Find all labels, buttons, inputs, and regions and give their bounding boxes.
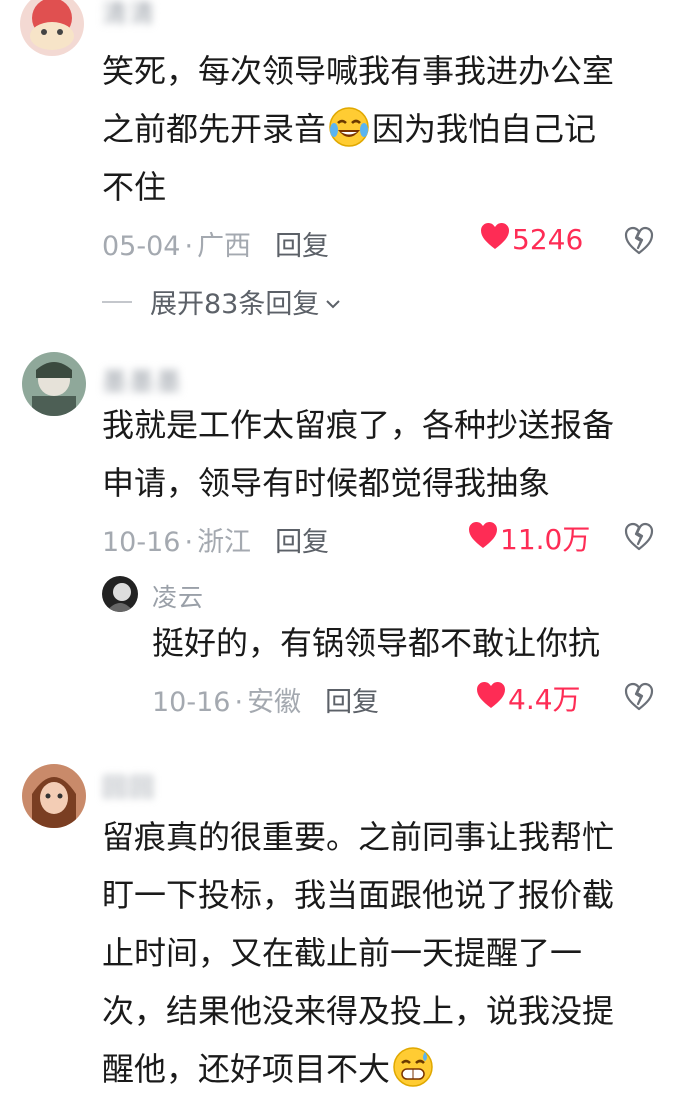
like-count: 4.4万 (508, 683, 581, 716)
reply-text: 挺好的，有锅领导都不敢让你抗 (152, 624, 601, 662)
comment-line: 盯一下投标，我当面跟他说了报价截 (102, 876, 615, 914)
reply-avatar[interactable] (102, 576, 138, 612)
reply-username[interactable]: 凌云 (152, 578, 204, 614)
reply-meta: 10-16 · 安徽 回复 (152, 687, 380, 718)
comment-date: 05-04 (102, 231, 181, 262)
like-button[interactable]: 11.0万 (468, 518, 590, 558)
avatar[interactable] (20, 0, 84, 56)
crying-laughing-emoji-icon (328, 106, 370, 148)
broken-heart-icon (624, 522, 654, 551)
comment-meta: 05-04 · 广西 回复 (102, 231, 330, 262)
dislike-button[interactable] (624, 226, 654, 256)
username[interactable]: 回回 (102, 768, 156, 804)
like-count: 5246 (512, 223, 584, 256)
comment-line: 我就是工作太留痕了，各种抄送报备 (102, 406, 615, 444)
comment-line: 次，结果他没来得及投上，说我没提 (102, 992, 615, 1030)
comment-line: 止时间，又在截止前一天提醒了一 (102, 934, 583, 972)
like-button[interactable]: 4.4万 (476, 678, 581, 718)
avatar[interactable] (22, 352, 86, 416)
reply-date: 10-16 (152, 687, 231, 718)
like-count: 11.0万 (500, 523, 591, 556)
dislike-button[interactable] (624, 682, 654, 712)
broken-heart-icon (624, 226, 654, 255)
dislike-button[interactable] (624, 522, 654, 552)
comment-text: 我就是工作太留痕了，各种抄送报备 申请，领导有时候都觉得我抽象 (102, 396, 614, 512)
divider (102, 300, 132, 303)
comment-text: 笑死，每次领导喊我有事我进办公室 之前都先开录音 因为我怕自己记 不住 (102, 42, 614, 216)
username[interactable]: 墨墨墨 (102, 362, 183, 398)
comment-line: 之前都先开录音 (102, 110, 327, 148)
like-button[interactable]: 5246 (480, 222, 583, 257)
comment-line: 笑死，每次领导喊我有事我进办公室 (102, 52, 615, 90)
comment-text: 留痕真的很重要。之前同事让我帮忙 盯一下投标，我当面跟他说了报价截 止时间，又在… (102, 808, 614, 1098)
comment-date: 10-16 (102, 527, 181, 558)
expand-replies-label: 展开83条回复 (150, 289, 320, 320)
comment-1: 清清 笑死，每次领导喊我有事我进办公室 之前都先开录音 因为我怕自己记 不住 0… (0, 0, 684, 330)
comment-line: 留痕真的很重要。之前同事让我帮忙 (102, 818, 615, 856)
username[interactable]: 清清 (102, 0, 156, 30)
comment-3: 回回 留痕真的很重要。之前同事让我帮忙 盯一下投标，我当面跟他说了报价截 止时间… (0, 750, 684, 1093)
broken-heart-icon (624, 682, 654, 711)
comment-line: 醒他，还好项目不大 (102, 1050, 391, 1088)
reply-button[interactable]: 回复 (275, 231, 329, 262)
comment-line: 申请，领导有时候都觉得我抽象 (102, 464, 551, 502)
comment-2: 墨墨墨 我就是工作太留痕了，各种抄送报备 申请，领导有时候都觉得我抽象 10-1… (0, 340, 684, 730)
grinning-sweat-emoji-icon (392, 1046, 434, 1088)
comment-line: 因为我怕自己记 (372, 110, 597, 148)
reply-location: 安徽 (247, 687, 302, 718)
comment-line: 不住 (102, 168, 167, 206)
chevron-down-icon (325, 286, 341, 317)
heart-icon (468, 521, 498, 556)
heart-icon (480, 222, 510, 257)
reply-button[interactable]: 回复 (325, 687, 379, 718)
comment-meta: 10-16 · 浙江 回复 (102, 527, 330, 558)
avatar[interactable] (22, 764, 86, 828)
reply-button[interactable]: 回复 (275, 527, 329, 558)
comment-location: 广西 (197, 231, 252, 262)
comment-location: 浙江 (197, 527, 252, 558)
heart-icon (476, 681, 506, 716)
expand-replies-button[interactable]: 展开83条回复 (102, 282, 341, 321)
